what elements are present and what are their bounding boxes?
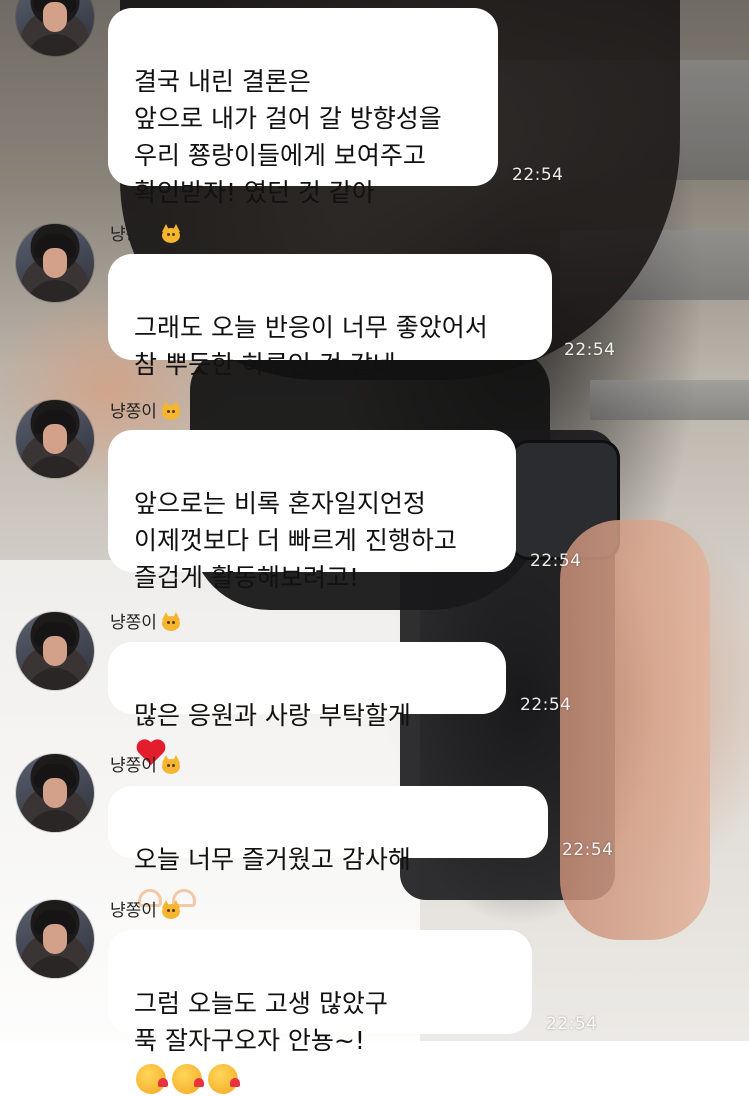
cat-face-icon [160, 754, 182, 774]
message-bubble[interactable]: 결국 내린 결론은 앞으로 내가 걸어 갈 방향성을 우리 쭁랑이들에게 보여주… [108, 8, 498, 207]
sender-avatar[interactable] [16, 224, 94, 302]
message-bubble[interactable]: 그럼 오늘도 고생 많았구 푹 잘자구오자 안뇽~! [108, 930, 532, 1094]
message-text: 그래도 오늘 반응이 너무 좋았어서 참 뿌듯한 하루인 것 같네 [134, 313, 488, 379]
message-time: 22:54 [520, 695, 572, 715]
chat-thread: 결국 내린 결론은 앞으로 내가 걸어 갈 방향성을 우리 쭁랑이들에게 보여주… [0, 0, 749, 1094]
sender-name: 냥쫑이 [110, 608, 182, 633]
sender-name-text: 냥쫑이 [110, 901, 157, 921]
message-time: 22:54 [562, 840, 614, 860]
sender-avatar[interactable] [16, 754, 94, 832]
sender-name-text: 냥쫑이 [110, 225, 157, 245]
message-bubble[interactable]: 많은 응원과 사랑 부탁할게 [108, 642, 506, 730]
sender-name-text: 냥쫑이 [110, 756, 157, 776]
message-bubble[interactable]: 오늘 너무 즐거웠고 감사해 [108, 786, 548, 907]
sender-avatar[interactable] [16, 900, 94, 978]
sender-avatar[interactable] [16, 612, 94, 690]
cat-face-icon [160, 899, 182, 919]
kissing-face-icon [136, 1064, 168, 1094]
message-text: 앞으로는 비록 혼자일지언정 이제껏보다 더 빠르게 진행하고 즐겁게 활동해보… [134, 489, 457, 592]
sender-avatar[interactable] [16, 400, 94, 478]
message-text: 그럼 오늘도 고생 많았구 푹 잘자구오자 안뇽~! [134, 989, 388, 1055]
sender-avatar[interactable] [16, 0, 94, 56]
sender-name: 냥쫑이 [110, 896, 182, 921]
sender-name-text: 냥쫑이 [110, 613, 157, 633]
cat-face-icon [160, 400, 182, 420]
kissing-face-icon [208, 1064, 240, 1094]
message-time: 22:54 [530, 551, 582, 571]
cat-face-icon [160, 223, 182, 243]
kissing-face-icon [172, 1064, 204, 1094]
sender-name: 냥쫑이 [110, 220, 182, 245]
message-time: 22:54 [512, 165, 564, 185]
message-time: 22:54 [564, 340, 616, 360]
sender-name-text: 냥쫑이 [110, 402, 157, 422]
message-bubble[interactable]: 그래도 오늘 반응이 너무 좋았어서 참 뿌듯한 하루인 것 같네 [108, 254, 552, 379]
cat-face-icon [160, 611, 182, 631]
message-bubble[interactable]: 앞으로는 비록 혼자일지언정 이제껏보다 더 빠르게 진행하고 즐겁게 활동해보… [108, 430, 516, 592]
message-text: 결국 내린 결론은 앞으로 내가 걸어 갈 방향성을 우리 쭁랑이들에게 보여주… [134, 67, 442, 207]
sender-name: 냥쫑이 [110, 751, 182, 776]
message-text: 많은 응원과 사랑 부탁할게 [134, 701, 411, 730]
sender-name: 냥쫑이 [110, 397, 182, 422]
message-time: 22:54 [546, 1014, 598, 1034]
message-text: 오늘 너무 즐거웠고 감사해 [134, 845, 411, 874]
